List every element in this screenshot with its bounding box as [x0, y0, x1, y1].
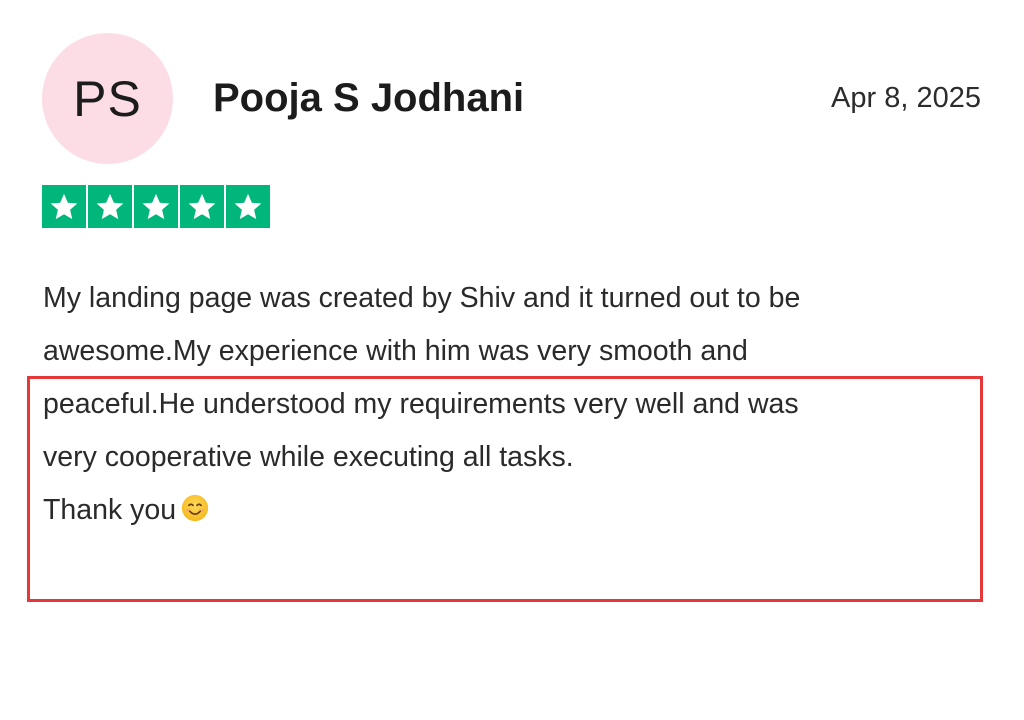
review-line: My landing page was created by Shiv and …	[43, 282, 801, 314]
smiling-face-icon	[181, 494, 209, 522]
star-icon	[88, 185, 132, 228]
star-rating	[42, 185, 270, 228]
star-icon	[134, 185, 178, 228]
star-icon	[226, 185, 270, 228]
avatar-initials: PS	[73, 70, 142, 127]
star-icon	[42, 185, 86, 228]
review-card: PS Pooja S Jodhani Apr 8, 2025 My landin…	[0, 0, 1024, 720]
star-icon	[180, 185, 224, 228]
reviewer-name[interactable]: Pooja S Jodhani	[213, 76, 524, 121]
review-line: awesome.My experience with him was very …	[43, 335, 748, 367]
review-closing-line: Thank you	[43, 484, 973, 537]
review-closing-text: Thank you	[43, 494, 177, 526]
review-date: Apr 8, 2025	[831, 82, 981, 114]
review-line: very cooperative while executing all tas…	[43, 441, 574, 473]
review-line: peaceful.He understood my requirements v…	[43, 388, 799, 420]
review-text: My landing page was created by Shiv and …	[43, 272, 973, 537]
avatar: PS	[42, 33, 173, 164]
